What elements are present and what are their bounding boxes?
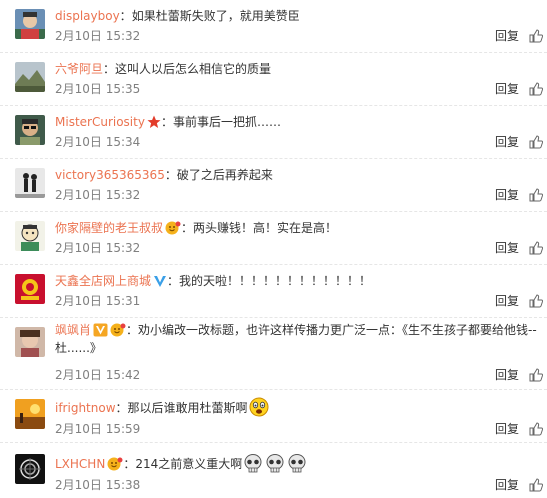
colon: ： bbox=[119, 9, 132, 23]
comment-line: 飒飒肖 ：劝小编改一改标题，也许这样传播力更广泛一点：《生不生孩子都要给他钱--杜… bbox=[55, 321, 543, 357]
skull-icon bbox=[288, 454, 306, 473]
timestamp: 2月10日 15:31 bbox=[55, 294, 141, 308]
skull-icon bbox=[244, 454, 262, 473]
comment-text: 事前事后一把抓…… bbox=[172, 115, 281, 129]
colon: ： bbox=[126, 323, 139, 337]
timestamp: 2月10日 15:35 bbox=[55, 82, 141, 96]
username-link[interactable]: 飒飒肖 bbox=[55, 323, 91, 337]
timestamp: 2月10日 15:34 bbox=[55, 135, 141, 149]
shocked-face-icon bbox=[249, 397, 269, 417]
thumbs-up-icon[interactable] bbox=[529, 82, 543, 96]
colon: ： bbox=[103, 62, 116, 76]
reply-button[interactable]: 回复 bbox=[495, 366, 519, 384]
list-item: MisterCuriosity ：事前事后一把抓…… 2月10日 15:34 回复 bbox=[0, 106, 547, 159]
thumbs-up-icon[interactable] bbox=[529, 478, 543, 492]
username-link[interactable]: MisterCuriosity bbox=[55, 115, 145, 129]
list-item: 六爷阿旦：这叫人以后怎么相信它的质量 2月10日 15:35 回复 bbox=[0, 53, 547, 106]
colon: ： bbox=[115, 401, 128, 415]
member-icon bbox=[165, 221, 181, 235]
thumbs-up-icon[interactable] bbox=[529, 188, 543, 202]
list-item: 天鑫全店网上商城 ：我的天啦！！！！！！！！！！！！ 2月10日 15:31 回复 bbox=[0, 265, 547, 318]
comment-text: 我的天啦！！！！！！！！！！！！ bbox=[179, 274, 372, 288]
verified-v-icon bbox=[154, 276, 167, 287]
thumbs-up-icon[interactable] bbox=[529, 135, 543, 149]
reply-button[interactable]: 回复 bbox=[495, 476, 519, 494]
skull-icon bbox=[266, 454, 284, 473]
member-icon bbox=[107, 457, 123, 471]
reply-button[interactable]: 回复 bbox=[495, 420, 519, 438]
comment-line: MisterCuriosity ：事前事后一把抓…… bbox=[55, 113, 539, 131]
username-link[interactable]: LXHCHN bbox=[55, 457, 105, 471]
vip-v-icon bbox=[93, 323, 108, 337]
avatar[interactable] bbox=[15, 221, 45, 251]
reply-button[interactable]: 回复 bbox=[495, 80, 519, 98]
timestamp: 2月10日 15:32 bbox=[55, 188, 141, 202]
avatar[interactable] bbox=[15, 399, 45, 429]
star-icon bbox=[147, 115, 161, 128]
comment-text: 破了之后再养起来 bbox=[176, 168, 273, 182]
comment-line: 天鑫全店网上商城 ：我的天啦！！！！！！！！！！！！ bbox=[55, 272, 539, 290]
avatar[interactable] bbox=[15, 454, 45, 484]
timestamp: 2月10日 15:42 bbox=[55, 368, 141, 382]
list-item: LXHCHN ：214之前意义重大啊 2月10日 15:38 回复 bbox=[0, 443, 547, 498]
avatar[interactable] bbox=[15, 168, 45, 198]
thumbs-up-icon[interactable] bbox=[529, 241, 543, 255]
timestamp: 2月10日 15:59 bbox=[55, 422, 141, 436]
comment-line: victory365365365：破了之后再养起来 bbox=[55, 166, 539, 184]
avatar[interactable] bbox=[15, 62, 45, 92]
thumbs-up-icon[interactable] bbox=[529, 29, 543, 43]
comment-line: 你家隔壁的老王叔叔 ：两头赚钱！高！实在是高！ bbox=[55, 219, 539, 237]
comment-line: displayboy：如果杜蕾斯失败了，就用美赞臣 bbox=[55, 7, 539, 25]
avatar[interactable] bbox=[15, 115, 45, 145]
list-item: displayboy：如果杜蕾斯失败了，就用美赞臣 2月10日 15:32 回复 bbox=[0, 0, 547, 53]
comment-line: 六爷阿旦：这叫人以后怎么相信它的质量 bbox=[55, 60, 539, 78]
comment-text: 那以后谁敢用杜蕾斯啊 bbox=[127, 401, 248, 415]
thumbs-up-icon[interactable] bbox=[529, 294, 543, 308]
username-link[interactable]: ifrightnow bbox=[55, 401, 116, 415]
reply-button[interactable]: 回复 bbox=[495, 186, 519, 204]
colon: ： bbox=[181, 221, 194, 235]
comment-text: 这叫人以后怎么相信它的质量 bbox=[115, 62, 272, 76]
comment-text: 如果杜蕾斯失败了，就用美赞臣 bbox=[131, 9, 300, 23]
member-icon bbox=[110, 323, 126, 337]
colon: ： bbox=[160, 115, 173, 129]
avatar[interactable] bbox=[15, 9, 45, 39]
reply-button[interactable]: 回复 bbox=[495, 133, 519, 151]
comment-text: 两头赚钱！高！实在是高！ bbox=[193, 221, 338, 235]
timestamp: 2月10日 15:32 bbox=[55, 241, 141, 255]
timestamp: 2月10日 15:32 bbox=[55, 29, 141, 43]
avatar[interactable] bbox=[15, 274, 45, 304]
avatar[interactable] bbox=[15, 327, 45, 357]
list-item: ifrightnow：那以后谁敢用杜蕾斯啊 2月10日 15:59 回复 bbox=[0, 390, 547, 443]
username-link[interactable]: 天鑫全店网上商城 bbox=[55, 274, 151, 288]
username-link[interactable]: 六爷阿旦 bbox=[55, 62, 103, 76]
username-link[interactable]: 你家隔壁的老王叔叔 bbox=[55, 221, 163, 235]
comment-text: 214之前意义重大啊 bbox=[135, 457, 243, 471]
colon: ： bbox=[123, 457, 136, 471]
list-item: victory365365365：破了之后再养起来 2月10日 15:32 回复 bbox=[0, 159, 547, 212]
timestamp: 2月10日 15:38 bbox=[55, 478, 141, 492]
reply-button[interactable]: 回复 bbox=[495, 239, 519, 257]
comment-line: LXHCHN ：214之前意义重大啊 bbox=[55, 453, 539, 473]
thumbs-up-icon[interactable] bbox=[529, 422, 543, 436]
list-item: 飒飒肖 ：劝小编改一改标题，也许这样传播力更广泛一点：《生不生孩子都要给他钱--杜… bbox=[0, 318, 547, 390]
thumbs-up-icon[interactable] bbox=[529, 368, 543, 382]
colon: ： bbox=[164, 168, 177, 182]
comment-list: displayboy：如果杜蕾斯失败了，就用美赞臣 2月10日 15:32 回复… bbox=[0, 0, 547, 498]
username-link[interactable]: displayboy bbox=[55, 9, 120, 23]
reply-button[interactable]: 回复 bbox=[495, 27, 519, 45]
comment-line: ifrightnow：那以后谁敢用杜蕾斯啊 bbox=[55, 397, 539, 417]
list-item: 你家隔壁的老王叔叔 ：两头赚钱！高！实在是高！ 2月10日 15:32 回复 bbox=[0, 212, 547, 265]
reply-button[interactable]: 回复 bbox=[495, 292, 519, 310]
username-link[interactable]: victory365365365 bbox=[55, 168, 165, 182]
colon: ： bbox=[167, 274, 180, 288]
